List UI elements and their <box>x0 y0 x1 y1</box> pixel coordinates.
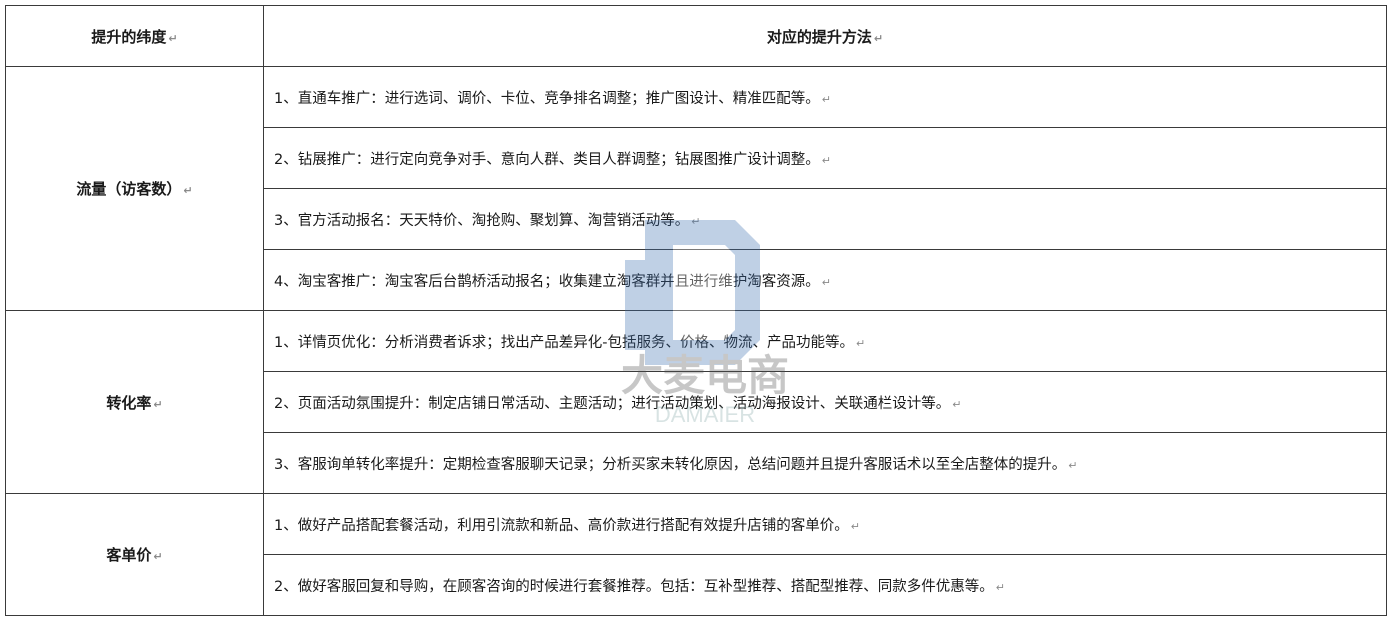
method-cell: 3、客服询单转化率提升：定期检查客服聊天记录；分析买家未转化原因，总结问题并且提… <box>263 432 1387 494</box>
table-row: 客单价 ↵ 1、做好产品搭配套餐活动，利用引流款和新品、高价款进行搭配有效提升店铺… <box>5 493 1387 616</box>
method-cell: 2、页面活动氛围提升：制定店铺日常活动、主题活动；进行活动策划、活动海报设计、关… <box>263 371 1387 433</box>
method-cell: 1、做好产品搭配套餐活动，利用引流款和新品、高价款进行搭配有效提升店铺的客单价。… <box>263 493 1387 555</box>
method-cell: 1、直通车推广：进行选词、调价、卡位、竞争排名调整；推广图设计、精准匹配等。 ↵ <box>263 66 1387 128</box>
method-cell: 1、详情页优化：分析消费者诉求；找出产品差异化-包括服务、价格、物流、产品功能等… <box>263 310 1387 372</box>
header-method: 对应的提升方法 ↵ <box>263 5 1387 67</box>
dimension-cell-aov: 客单价 ↵ <box>5 493 264 616</box>
header-row: 提升的纬度 ↵ 对应的提升方法 ↵ <box>5 5 1387 67</box>
method-cell: 4、淘宝客推广：淘宝客后台鹊桥活动报名；收集建立淘客群并且进行维护淘客资源。 ↵ <box>263 249 1387 311</box>
dimension-cell-traffic: 流量（访客数） ↵ <box>5 66 264 311</box>
method-cell: 2、做好客服回复和导购，在顾客咨询的时候进行套餐推荐。包括：互补型推荐、搭配型推… <box>263 554 1387 616</box>
method-cell: 3、官方活动报名：天天特价、淘抢购、聚划算、淘营销活动等。 ↵ <box>263 188 1387 250</box>
improvement-table: 提升的纬度 ↵ 对应的提升方法 ↵ 流量（访客数） ↵ 1、直通车推广：进行选词、调价… <box>5 5 1387 616</box>
header-dimension: 提升的纬度 ↵ <box>5 5 264 67</box>
dimension-cell-conversion: 转化率 ↵ <box>5 310 264 494</box>
method-cell: 2、钻展推广：进行定向竞争对手、意向人群、类目人群调整；钻展图推广设计调整。 ↵ <box>263 127 1387 189</box>
table-row: 流量（访客数） ↵ 1、直通车推广：进行选词、调价、卡位、竞争排名调整；推广图设计… <box>5 66 1387 311</box>
table-row: 转化率 ↵ 1、详情页优化：分析消费者诉求；找出产品差异化-包括服务、价格、物流、… <box>5 310 1387 494</box>
